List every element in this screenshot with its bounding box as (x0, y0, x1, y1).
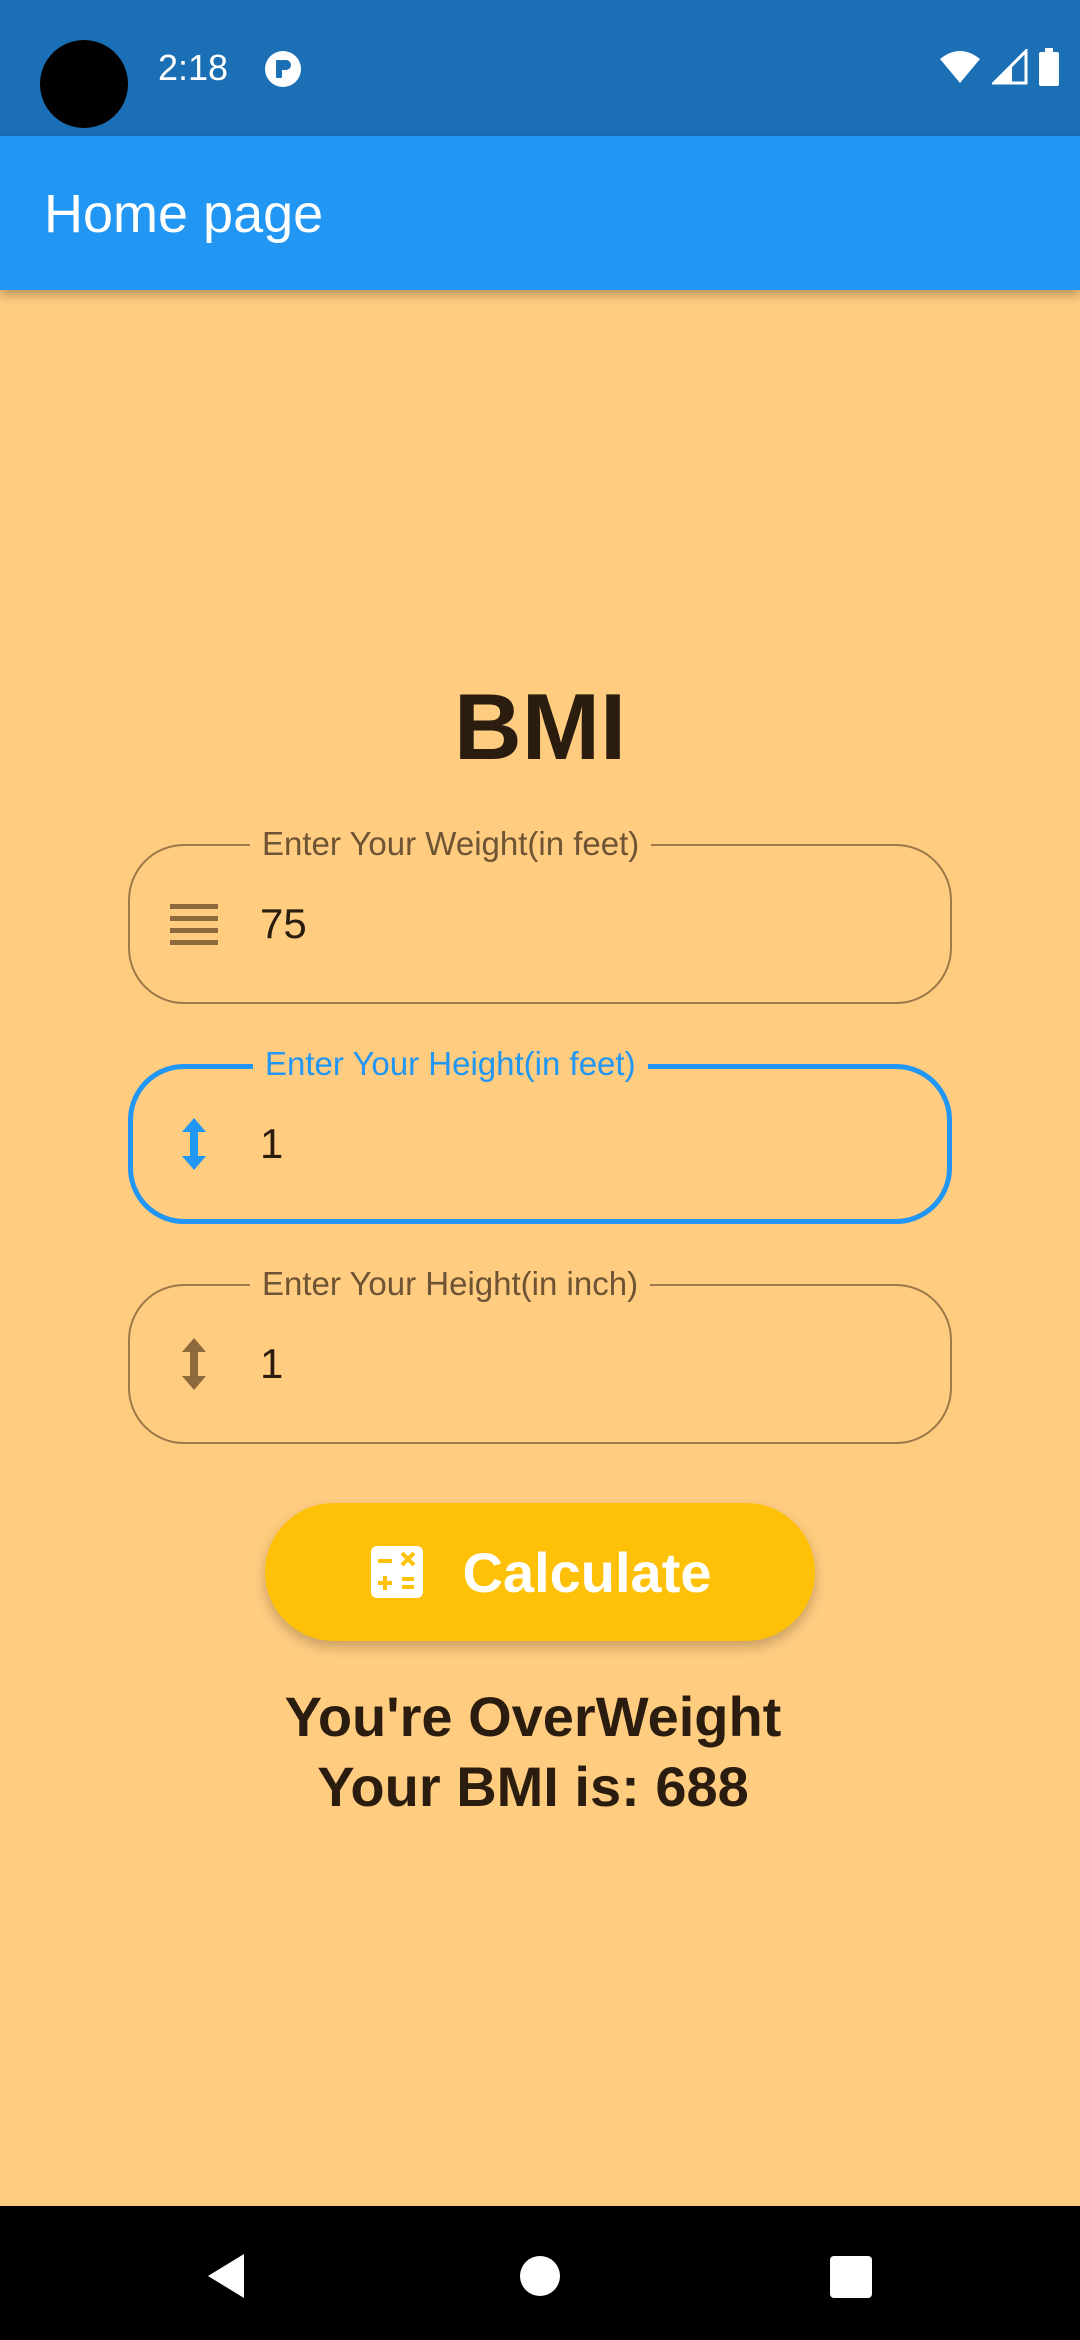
height-feet-field-label: Enter Your Height(in feet) (253, 1044, 648, 1084)
wifi-icon (940, 51, 980, 83)
calculator-icon (370, 1546, 423, 1598)
height-feet-input-value[interactable]: 1 (260, 1120, 283, 1168)
status-bar: 2:18 (0, 0, 1080, 136)
bmi-result: You're OverWeight Your BMI is: 688 (0, 1682, 1066, 1822)
recents-icon[interactable] (820, 2246, 880, 2306)
weight-field-label: Enter Your Weight(in feet) (250, 824, 652, 864)
calculate-button[interactable]: Calculate (265, 1503, 815, 1641)
battery-icon (1039, 48, 1059, 86)
result-bmi-value: Your BMI is: 688 (317, 1755, 749, 1818)
navigation-bar (0, 2206, 1080, 2340)
cellular-signal-icon (992, 49, 1028, 85)
height-arrows-icon (182, 1118, 206, 1170)
status-icons (938, 46, 1060, 88)
camera-cutout (40, 40, 128, 128)
height-inch-field[interactable]: Enter Your Height(in inch) 1 (128, 1264, 952, 1444)
bmi-heading: BMI (453, 674, 627, 779)
height-arrows-icon (182, 1338, 206, 1390)
home-icon[interactable] (510, 2246, 570, 2306)
app-notification-icon (265, 51, 301, 87)
result-status: You're OverWeight (284, 1685, 782, 1748)
back-icon[interactable] (196, 2246, 256, 2306)
height-feet-field[interactable]: Enter Your Height(in feet) 1 (128, 1044, 952, 1224)
app-bar: Home page (0, 136, 1080, 290)
height-inch-input-value[interactable]: 1 (260, 1340, 283, 1388)
weight-lines-icon (170, 904, 218, 945)
app-bar-title: Home page (44, 184, 324, 244)
weight-input-value[interactable]: 75 (260, 900, 307, 948)
status-time: 2:18 (158, 47, 229, 88)
height-inch-field-label: Enter Your Height(in inch) (250, 1264, 651, 1304)
weight-field[interactable]: Enter Your Weight(in feet) 75 (128, 824, 952, 1004)
calculate-button-label: Calculate (462, 1540, 712, 1604)
